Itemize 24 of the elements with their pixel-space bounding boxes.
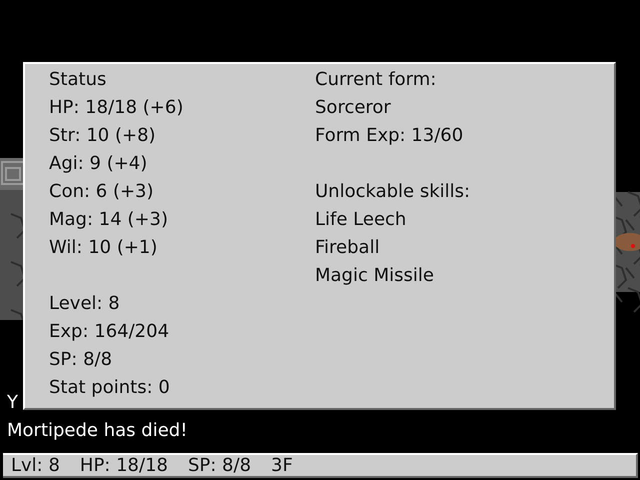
stat-line: Level: 8 [49, 292, 120, 316]
form-line: Magic Missile [315, 264, 434, 288]
stat-line: Agi: 9 (+4) [49, 152, 148, 176]
stat-line: HP: 18/18 (+6) [49, 96, 184, 120]
stat-line: Status [49, 68, 106, 92]
form-line: Current form: [315, 68, 436, 92]
stat-line: Wil: 10 (+1) [49, 236, 158, 260]
form-line: Fireball [315, 236, 380, 260]
log-message: Mortipede has died! [7, 419, 188, 443]
status-readout: SP: 8/8 [188, 455, 252, 476]
stat-line: Con: 6 (+3) [49, 180, 154, 204]
form-line: Unlockable skills: [315, 180, 470, 204]
status-readout: Lvl: 8 [11, 455, 60, 476]
stat-line: SP: 8/8 [49, 348, 112, 372]
stat-line: Str: 10 (+8) [49, 124, 156, 148]
stat-line: Mag: 14 (+3) [49, 208, 168, 232]
log-message: Y [7, 391, 18, 415]
form-line: Sorceror [315, 96, 391, 120]
stat-line: Exp: 164/204 [49, 320, 170, 344]
form-line: Form Exp: 13/60 [315, 124, 464, 148]
form-line: Life Leech [315, 208, 406, 232]
status-readout: HP: 18/18 [80, 455, 168, 476]
status-readout: 3F [271, 455, 293, 476]
stat-line: Stat points: 0 [49, 376, 170, 400]
